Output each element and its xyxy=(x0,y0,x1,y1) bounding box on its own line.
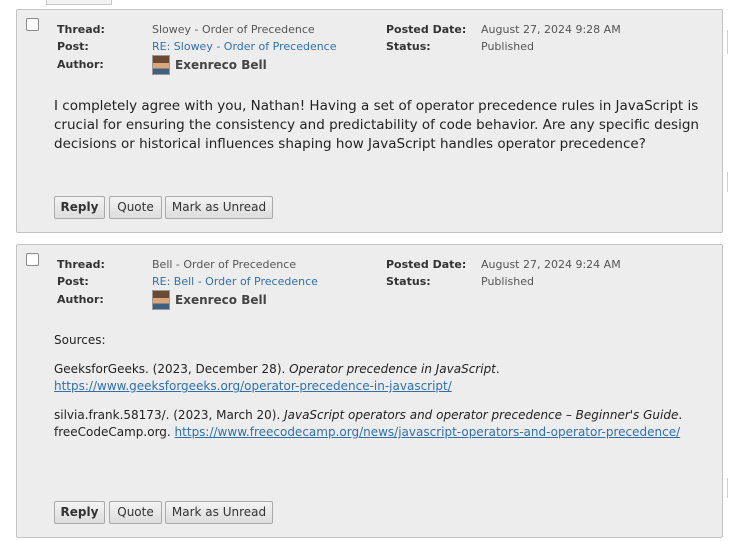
sources-heading: Sources: xyxy=(54,333,106,347)
scrollbar-track[interactable] xyxy=(727,478,728,498)
reference-1-prefix: GeeksforGeeks. (2023, December 28). xyxy=(54,362,290,376)
posted-date-label: Posted Date: xyxy=(386,258,467,271)
reference-1-link[interactable]: https://www.geeksforgeeks.org/operator-p… xyxy=(54,379,452,393)
reply-button[interactable]: Reply xyxy=(54,196,105,219)
select-post-checkbox[interactable] xyxy=(26,18,39,31)
scrollbar-track[interactable] xyxy=(727,30,728,54)
post-card: Thread: Slowey - Order of Precedence Pos… xyxy=(16,9,723,233)
reference-2-prefix: silvia.frank.58173/. (2023, March 20). xyxy=(54,408,285,422)
posted-date-label: Posted Date: xyxy=(386,23,467,36)
previous-post-edge xyxy=(46,0,112,5)
status-value: Published xyxy=(481,275,534,288)
avatar xyxy=(152,55,170,75)
scrollbar-track[interactable] xyxy=(727,172,728,192)
status-label: Status: xyxy=(386,275,431,288)
thread-name: Slowey - Order of Precedence xyxy=(152,23,315,36)
posted-date: August 27, 2024 9:24 AM xyxy=(481,258,621,271)
thread-label: Thread: xyxy=(57,23,105,36)
post-link[interactable]: RE: Bell - Order of Precedence xyxy=(152,275,318,288)
thread-name: Bell - Order of Precedence xyxy=(152,258,297,271)
thread-label: Thread: xyxy=(57,258,105,271)
reply-button[interactable]: Reply xyxy=(54,501,105,524)
mark-unread-button[interactable]: Mark as Unread xyxy=(165,196,273,219)
post-body: I completely agree with you, Nathan! Hav… xyxy=(54,98,699,152)
reference-2-title: JavaScript operators and operator preced… xyxy=(284,408,679,422)
post-card: Thread: Bell - Order of Precedence Post:… xyxy=(16,244,723,538)
reference-2-link[interactable]: https://www.freecodecamp.org/news/javasc… xyxy=(175,425,681,439)
author-label: Author: xyxy=(57,293,104,306)
posted-date: August 27, 2024 9:28 AM xyxy=(481,23,621,36)
reference-1-title: Operator precedence in JavaScript xyxy=(289,362,496,376)
status-label: Status: xyxy=(386,40,431,53)
reference-2: silvia.frank.58173/. (2023, March 20). J… xyxy=(54,407,704,441)
reference-1: GeeksforGeeks. (2023, December 28). Oper… xyxy=(54,361,704,395)
author-name: Exenreco Bell xyxy=(175,58,267,72)
mark-unread-button[interactable]: Mark as Unread xyxy=(165,501,273,524)
quote-button[interactable]: Quote xyxy=(109,196,162,219)
post-label: Post: xyxy=(57,40,89,53)
post-label: Post: xyxy=(57,275,89,288)
status-value: Published xyxy=(481,40,534,53)
author-name: Exenreco Bell xyxy=(175,293,267,307)
avatar xyxy=(152,290,170,310)
quote-button[interactable]: Quote xyxy=(109,501,162,524)
select-post-checkbox[interactable] xyxy=(26,253,39,266)
reference-1-separator: . xyxy=(495,362,500,376)
author-label: Author: xyxy=(57,58,104,71)
post-link[interactable]: RE: Slowey - Order of Precedence xyxy=(152,40,337,53)
